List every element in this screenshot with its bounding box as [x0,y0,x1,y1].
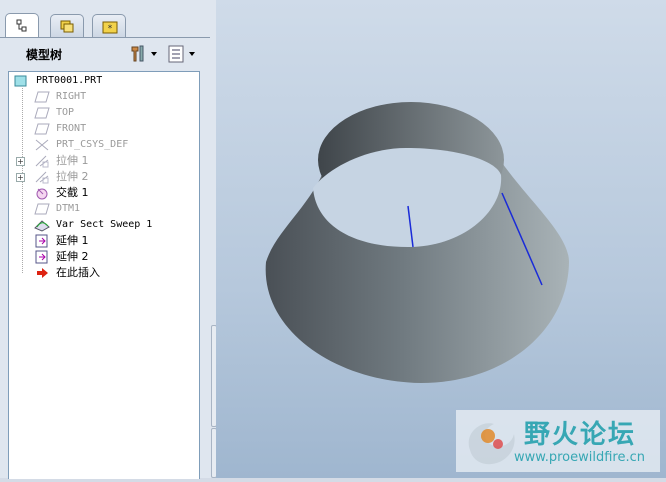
favorites-folder-icon: * [102,21,118,34]
model-tree-icon [16,19,27,32]
forum-watermark: 野火论坛 www.proewildfire.cn [456,410,660,472]
tree-item-label: FRONT [56,123,87,134]
tree-item[interactable]: + 拉伸 2 [9,169,197,185]
tree-item-label: 交截 1 [56,186,89,199]
tree-item[interactable]: PRT_CSYS_DEF [9,137,197,153]
left-panel: * 模型树 PRT0001.PRT RIGHT TOP FRONT PRT_CS… [0,0,216,479]
tree-item-label: DTM1 [56,203,81,214]
tree-item-label: 延伸 2 [56,250,89,263]
sweep-icon [34,218,50,232]
intersect-icon [34,186,50,200]
tree-item[interactable]: 延伸 2 [9,249,197,265]
settings-menu-button[interactable] [128,43,160,65]
tree-item[interactable]: FRONT [9,121,197,137]
watermark-url: www.proewildfire.cn [514,450,645,465]
tree-item-label: PRT_CSYS_DEF [56,139,129,150]
insert-here-arrow-icon [34,266,50,280]
tab-layers[interactable] [50,14,84,37]
show-menu-button[interactable] [166,43,200,65]
extend-icon [34,234,50,248]
model-tree-header: 模型树 [0,40,210,68]
expand-toggle[interactable]: + [16,157,25,166]
cone-surface-model[interactable] [216,0,666,478]
tree-item-label: 在此插入 [56,266,100,279]
part-icon [14,75,27,87]
tab-divider [0,37,210,38]
datum-plane-icon [34,202,50,216]
tree-item-label: Var Sect Sweep 1 [56,219,153,230]
extend-icon [34,250,50,264]
tree-item-label: TOP [56,107,75,118]
tree-item-label: 延伸 1 [56,234,89,247]
datum-plane-icon [34,90,50,104]
tree-item-label: 拉伸 2 [56,170,89,183]
tree-item[interactable]: 延伸 1 [9,233,197,249]
tree-item-label: RIGHT [56,91,87,102]
tree-item[interactable]: + 拉伸 1 [9,153,197,169]
tab-favorites[interactable]: * [92,14,126,37]
layers-icon [60,20,74,33]
tree-item[interactable]: TOP [9,105,197,121]
3d-graphics-window[interactable] [216,0,666,478]
expand-toggle[interactable]: + [16,173,25,182]
tools-icon [131,45,157,62]
extrude-icon [34,170,50,184]
panel-tabstrip: * [0,0,216,38]
model-tree: PRT0001.PRT RIGHT TOP FRONT PRT_CSYS_DEF + 拉伸… [8,71,200,479]
datum-plane-icon [34,106,50,120]
panel-title: 模型树 [26,48,63,62]
tab-model-tree[interactable] [5,13,39,38]
coordinate-system-icon [34,138,50,152]
tree-item[interactable]: Var Sect Sweep 1 [9,217,197,233]
datum-plane-icon [34,122,50,136]
tree-item[interactable]: RIGHT [9,89,197,105]
tree-item[interactable]: 交截 1 [9,185,197,201]
tree-item[interactable]: DTM1 [9,201,197,217]
list-view-icon [168,45,195,63]
fire-logo-icon [468,423,515,465]
tree-item-label: 拉伸 1 [56,154,89,167]
tree-root-label: PRT0001.PRT [36,75,103,86]
svg-text:*: * [108,24,113,34]
tree-root[interactable]: PRT0001.PRT [9,73,197,89]
tree-item[interactable]: 在此插入 [9,265,197,281]
extrude-icon [34,154,50,168]
watermark-name: 野火论坛 [524,420,637,450]
